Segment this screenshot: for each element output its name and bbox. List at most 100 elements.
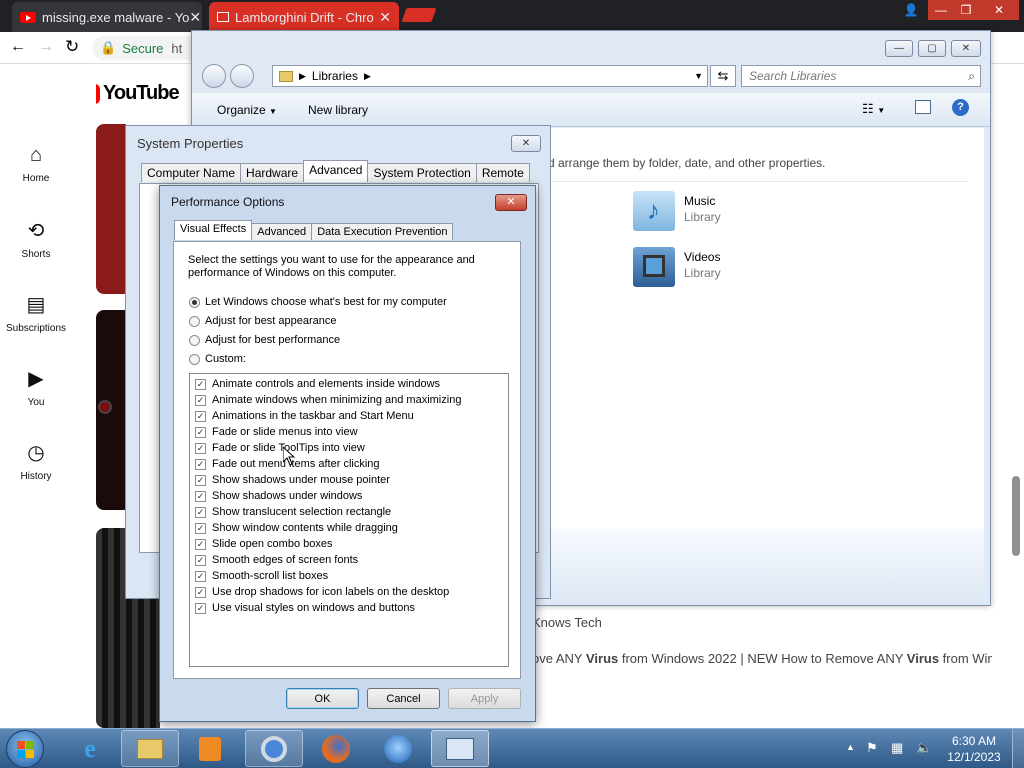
tab-advanced[interactable]: Advanced (303, 160, 369, 182)
channel-name[interactable]: Knows Tech (532, 615, 602, 630)
network-icon[interactable]: ▦ (891, 740, 903, 756)
checkbox-checked-icon[interactable]: ✓ (195, 554, 206, 566)
explorer-minimize-button[interactable]: — (885, 40, 913, 57)
system-clock[interactable]: 6:30 AM 12/1/2023 (942, 733, 1006, 765)
checkbox-checked-icon[interactable]: ✓ (195, 426, 206, 438)
checkbox-checked-icon[interactable]: ✓ (195, 378, 206, 390)
checkbox-checked-icon[interactable]: ✓ (195, 538, 206, 550)
view-options-icon[interactable]: ☷ ▼ (862, 101, 885, 117)
effect-checkbox-row[interactable]: ✓ Show shadows under windows (195, 488, 508, 504)
cancel-button[interactable]: Cancel (367, 688, 440, 709)
effect-checkbox-row[interactable]: ✓ Animate windows when minimizing and max… (195, 392, 508, 408)
help-icon[interactable]: ? (952, 99, 969, 116)
visual-effects-list[interactable]: ✓ Animate controls and elements inside wi… (189, 373, 509, 667)
checkbox-checked-icon[interactable]: ✓ (195, 506, 206, 518)
address-bar[interactable]: 🔒 Secure ht (92, 36, 202, 60)
taskbar-system-properties[interactable] (431, 730, 489, 767)
checkbox-checked-icon[interactable]: ✓ (195, 522, 206, 534)
taskbar-explorer[interactable] (121, 730, 179, 767)
close-button[interactable]: ✕ (979, 0, 1019, 20)
tab-data-execution-prevention[interactable]: Data Execution Prevention (311, 223, 454, 240)
breadcrumb[interactable]: Libraries (312, 69, 358, 83)
radio-custom[interactable]: Custom: (189, 353, 509, 365)
effect-checkbox-row[interactable]: ✓ Smooth edges of screen fonts (195, 552, 508, 568)
effect-checkbox-row[interactable]: ✓ Fade or slide menus into view (195, 424, 508, 440)
restore-button[interactable]: ❐ (953, 0, 979, 20)
radio-button[interactable] (189, 315, 200, 327)
page-scrollbar-thumb[interactable] (1012, 476, 1020, 556)
effect-checkbox-row[interactable]: ✓ Smooth-scroll list boxes (195, 568, 508, 584)
effect-checkbox-row[interactable]: ✓ Show window contents while dragging (195, 520, 508, 536)
checkbox-checked-icon[interactable]: ✓ (195, 394, 206, 406)
video-thumbnail[interactable] (96, 124, 126, 294)
minimize-button[interactable]: — (928, 0, 954, 20)
profile-icon[interactable]: 👤 (898, 0, 924, 20)
close-tab-icon[interactable]: ✕ (379, 9, 391, 26)
library-item-music[interactable]: ♪ Music Library (630, 188, 790, 234)
effect-checkbox-row[interactable]: ✓ Animate controls and elements inside wi… (195, 376, 508, 392)
taskbar-thunderbird[interactable] (369, 730, 427, 767)
radio-button[interactable] (189, 334, 200, 346)
checkbox-checked-icon[interactable]: ✓ (195, 474, 206, 486)
search-input[interactable]: Search Libraries ⌕ (741, 65, 981, 87)
checkbox-checked-icon[interactable]: ✓ (195, 602, 206, 614)
tab-system-protection[interactable]: System Protection (367, 163, 477, 182)
effect-checkbox-row[interactable]: ✓ Show shadows under mouse pointer (195, 472, 508, 488)
ok-button[interactable]: OK (286, 688, 359, 709)
close-tab-icon[interactable]: ✕ (189, 9, 201, 26)
new-library-button[interactable]: New library (308, 103, 368, 117)
organize-button[interactable]: Organize ▼ (217, 103, 277, 117)
address-dropdown-icon[interactable]: ▼ (694, 71, 703, 81)
explorer-maximize-button[interactable]: ▢ (918, 40, 946, 57)
tab-computer-name[interactable]: Computer Name (141, 163, 242, 182)
checkbox-checked-icon[interactable]: ✓ (195, 458, 206, 470)
video-title[interactable]: ove ANY Virus from Windows 2022 | NEW Ho… (532, 651, 992, 666)
sidebar-item-history[interactable]: ◷ History (0, 440, 72, 482)
radio-button[interactable] (189, 353, 200, 365)
sidebar-item-subscriptions[interactable]: ▤ Subscriptions (0, 292, 72, 334)
chrome-tab-lamborghini[interactable]: Lamborghini Drift - Chro ✕ (209, 2, 399, 32)
tab-visual-effects[interactable]: Visual Effects (174, 220, 253, 240)
radio-best-appearance[interactable]: Adjust for best appearance (189, 315, 509, 327)
checkbox-checked-icon[interactable]: ✓ (195, 490, 206, 502)
explorer-address-bar[interactable]: ▶ Libraries ▶ ▼ (272, 65, 708, 87)
back-icon[interactable]: ← (10, 38, 26, 56)
chrome-tab-youtube[interactable]: missing.exe malware - Yo ✕ (12, 2, 202, 32)
reload-icon[interactable]: ↻ (65, 37, 79, 57)
back-button[interactable] (202, 64, 226, 88)
action-center-flag-icon[interactable]: ⚑ (866, 740, 878, 756)
new-tab-button[interactable] (401, 8, 437, 22)
refresh-icon[interactable]: ⇆ (710, 65, 736, 87)
explorer-close-button[interactable]: ✕ (951, 40, 981, 57)
video-thumbnail[interactable] (96, 310, 126, 510)
sidebar-item-home[interactable]: ⌂ Home (0, 144, 72, 184)
apply-button[interactable]: Apply (448, 688, 521, 709)
radio-windows-choose[interactable]: Let Windows choose what's best for my co… (189, 296, 509, 308)
checkbox-checked-icon[interactable]: ✓ (195, 586, 206, 598)
tab-remote[interactable]: Remote (475, 163, 530, 182)
effect-checkbox-row[interactable]: ✓ Animations in the taskbar and Start Men… (195, 408, 508, 424)
checkbox-checked-icon[interactable]: ✓ (195, 442, 206, 454)
effect-checkbox-row[interactable]: ✓ Use visual styles on windows and button… (195, 600, 508, 616)
radio-button[interactable] (189, 296, 200, 308)
checkbox-checked-icon[interactable]: ✓ (195, 410, 206, 422)
taskbar-internet-explorer[interactable]: e (61, 730, 119, 767)
volume-muted-icon[interactable]: 🔈 (916, 740, 932, 756)
sidebar-item-you[interactable]: ▶ You (0, 366, 72, 408)
effect-checkbox-row[interactable]: ✓ Fade out menu items after clicking (195, 456, 508, 472)
taskbar-firefox[interactable] (307, 730, 365, 767)
show-hidden-icons-icon[interactable]: ▲ (846, 742, 855, 752)
tab-advanced[interactable]: Advanced (251, 223, 313, 240)
show-desktop-button[interactable] (1012, 729, 1024, 768)
library-item-videos[interactable]: Videos Library (630, 244, 790, 290)
taskbar-chrome[interactable] (245, 730, 303, 767)
effect-checkbox-row[interactable]: ✓ Fade or slide ToolTips into view (195, 440, 508, 456)
effect-checkbox-row[interactable]: ✓ Use drop shadows for icon labels on the… (195, 584, 508, 600)
start-button[interactable] (6, 730, 44, 768)
perf-close-button[interactable]: ✕ (495, 194, 527, 211)
effect-checkbox-row[interactable]: ✓ Slide open combo boxes (195, 536, 508, 552)
radio-best-performance[interactable]: Adjust for best performance (189, 334, 509, 346)
taskbar-media-player[interactable] (181, 730, 239, 767)
preview-pane-icon[interactable] (915, 100, 931, 114)
forward-icon[interactable]: → (38, 38, 54, 56)
